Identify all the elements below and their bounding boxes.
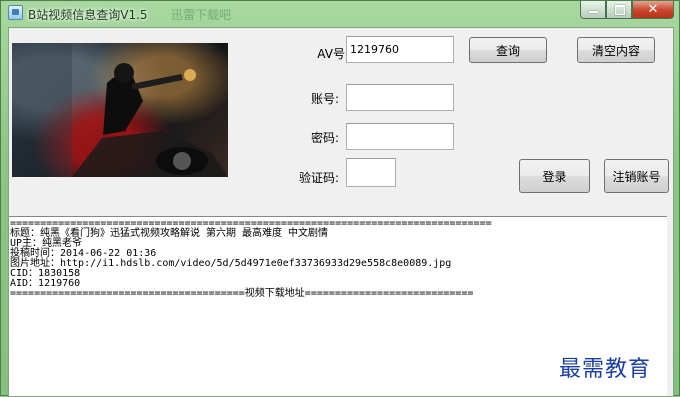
captcha-label: 验证码: [298,171,339,185]
password-input[interactable] [346,123,454,150]
close-button[interactable]: ✕ [632,1,674,19]
av-label: AV号: [317,47,349,61]
output-line: =======================================视… [10,288,474,299]
output-line: 标题：纯黑《看门狗》迅猛式视频攻略解说 第六期 最高难度 中文剧情 [10,228,329,239]
window-controls: ✕ [580,1,674,19]
logout-button[interactable]: 注销账号 [604,159,669,193]
app-icon [8,5,23,20]
window-title: B站视频信息查询V1.5 [28,8,148,22]
maximize-button[interactable] [606,1,632,19]
clear-content-button[interactable]: 清空内容 [577,37,655,63]
watermark-text: 最需教育 [559,357,652,382]
login-button[interactable]: 登录 [519,159,590,193]
query-button[interactable]: 查询 [469,37,547,63]
output-scrollbar[interactable] [667,216,673,396]
output-line: CID：1830158 [10,268,81,279]
close-icon: ✕ [647,2,659,17]
minimize-button[interactable] [580,1,606,19]
password-label: 密码: [310,131,339,145]
app-window: B站视频信息查询V1.5 迅雷下载吧 ✕ AV号: 查询 [0,0,680,397]
video-thumbnail [12,43,228,177]
thumbnail-illustration [12,43,228,177]
faded-title-watermark: 迅雷下载吧 [171,8,232,22]
account-label: 账号: [310,92,339,106]
output-line: 图片地址：http://i1.hdslb.com/video/5d/5d4971… [10,258,452,269]
account-input[interactable] [346,84,454,111]
title-bar[interactable]: B站视频信息查询V1.5 迅雷下载吧 ✕ [1,1,679,27]
client-area: AV号: 查询 清空内容 账号: 密码: 验证码: 登录 注销账号 ======… [8,27,674,397]
captcha-input[interactable] [346,158,396,187]
av-number-input[interactable] [346,36,454,63]
